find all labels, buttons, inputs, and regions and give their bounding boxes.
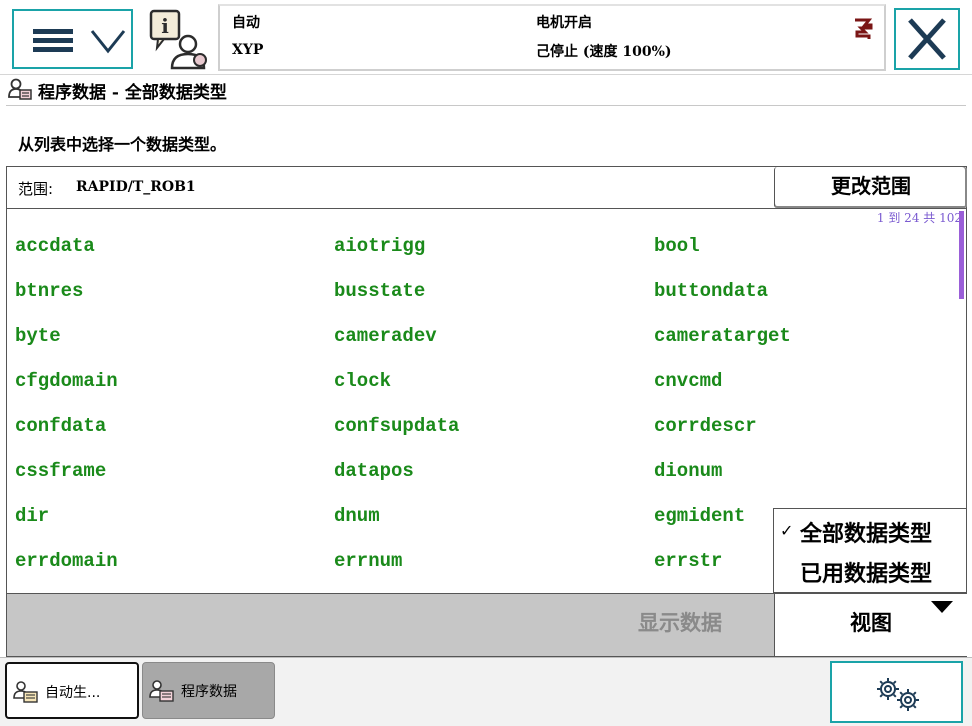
change-scope-button[interactable]: 更改范围 (774, 167, 967, 208)
close-button[interactable] (894, 8, 960, 70)
dropdown-triangle-icon (931, 601, 953, 613)
action-bar: 显示数据 视图 (6, 593, 967, 657)
close-icon (908, 18, 946, 60)
scope-value: RAPID/T_ROB1 (76, 179, 196, 195)
view-dropdown-menu: ✓ 全部数据类型 已用数据类型 (773, 508, 967, 593)
scrollbar[interactable] (959, 211, 964, 299)
list-item[interactable]: cfgdomain (15, 370, 118, 392)
divider (6, 105, 966, 106)
operating-mode: 自动 (232, 15, 260, 31)
instruction-text: 从列表中选择一个数据类型。 (18, 135, 227, 154)
chevron-down-icon (90, 30, 126, 54)
task-program-data[interactable]: 程序数据 (142, 662, 275, 719)
event-log-icon[interactable]: i (148, 8, 210, 70)
list-item[interactable]: busstate (334, 280, 425, 302)
main-menu-button[interactable] (12, 9, 133, 69)
menu-item-all-data-types[interactable]: ✓ 全部数据类型 (774, 511, 966, 551)
list-item[interactable]: btnres (15, 280, 83, 302)
show-data-button[interactable]: 显示数据 (587, 594, 773, 656)
program-data-icon (149, 680, 174, 702)
taskbar: 自动生... 程序数据 (0, 657, 972, 726)
list-item[interactable]: errstr (654, 550, 722, 572)
list-item[interactable]: cssframe (15, 460, 106, 482)
robot-icon (855, 18, 873, 39)
system-name: XYP (232, 42, 264, 58)
status-bar: i 自动 XYP 电机开启 己停止 (速度 100%) (0, 0, 972, 75)
list-item[interactable]: cameradev (334, 325, 437, 347)
list-item[interactable]: datapos (334, 460, 414, 482)
list-item[interactable]: clock (334, 370, 391, 392)
motor-state: 电机开启 (536, 15, 592, 31)
list-item[interactable]: errdomain (15, 550, 118, 572)
check-icon: ✓ (780, 521, 794, 540)
gears-icon (877, 678, 919, 711)
list-item[interactable]: bool (654, 235, 700, 257)
title-row: 程序数据 - 全部数据类型 (0, 75, 972, 103)
list-item[interactable]: byte (15, 325, 61, 347)
page-title: 程序数据 - 全部数据类型 (38, 83, 227, 103)
status-panel[interactable]: 自动 XYP 电机开启 己停止 (速度 100%) (218, 4, 886, 71)
list-item[interactable]: aiotrigg (334, 235, 425, 257)
view-button[interactable]: 视图 (774, 594, 967, 656)
program-data-icon (8, 78, 32, 100)
scope-bar: 范围: RAPID/T_ROB1 更改范围 (6, 166, 967, 209)
menu-item-used-data-types[interactable]: 已用数据类型 (774, 551, 966, 591)
menu-item-label: 全部数据类型 (800, 522, 933, 547)
task-label: 自动生... (45, 685, 101, 701)
task-label: 程序数据 (181, 684, 237, 700)
view-button-label: 视图 (850, 611, 892, 635)
auto-production-icon (13, 681, 38, 703)
list-item[interactable]: corrdescr (654, 415, 757, 437)
quickset-button[interactable] (830, 661, 963, 723)
list-item[interactable]: cameratarget (654, 325, 791, 347)
list-item[interactable]: egmident (654, 505, 745, 527)
list-item[interactable]: errnum (334, 550, 402, 572)
list-item[interactable]: confsupdata (334, 415, 459, 437)
list-item[interactable]: dnum (334, 505, 380, 527)
hamburger-icon (33, 29, 73, 52)
list-item[interactable]: cnvcmd (654, 370, 722, 392)
list-item[interactable]: dir (15, 505, 49, 527)
list-item[interactable]: buttondata (654, 280, 768, 302)
svg-text:i: i (161, 14, 169, 38)
list-item[interactable]: confdata (15, 415, 106, 437)
list-item[interactable]: accdata (15, 235, 95, 257)
item-count: 1 到 24 共 102 (876, 211, 962, 225)
run-state: 己停止 (速度 100%) (536, 44, 672, 60)
task-auto-production[interactable]: 自动生... (5, 662, 139, 719)
list-item[interactable]: dionum (654, 460, 722, 482)
menu-item-label: 已用数据类型 (800, 562, 933, 587)
scope-label: 范围: (18, 180, 54, 198)
